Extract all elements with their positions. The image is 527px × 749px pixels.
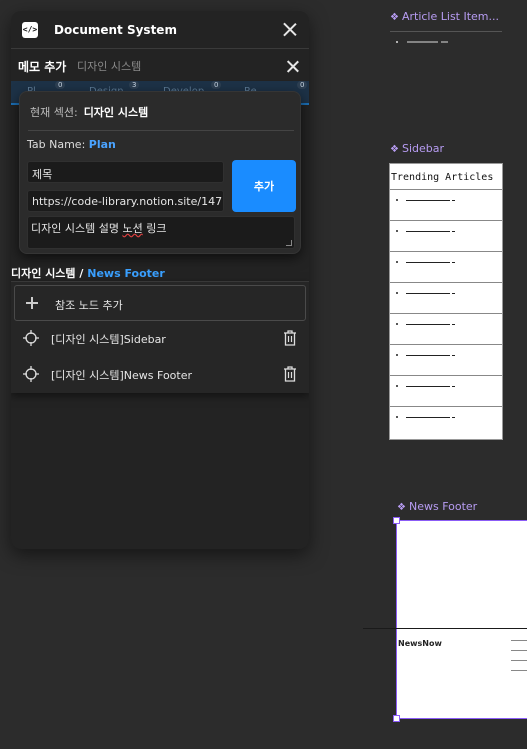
trash-icon[interactable] bbox=[283, 329, 297, 347]
panel-titlebar[interactable]: </> Document System bbox=[11, 11, 309, 49]
divider bbox=[28, 130, 294, 131]
footer-link-line bbox=[511, 660, 527, 661]
memo-title: 메모 추가 bbox=[18, 60, 67, 74]
add-reference-node-label: 참조 노드 추가 bbox=[55, 299, 123, 312]
article-list-item-preview bbox=[396, 41, 448, 43]
sidebar-row bbox=[390, 376, 502, 407]
sidebar-row bbox=[390, 252, 502, 283]
footer-brand: NewsNow bbox=[398, 639, 442, 648]
component-icon: ❖ bbox=[397, 502, 406, 513]
sidebar-row bbox=[390, 190, 502, 221]
plugin-panel: </> Document System 메모 추가 디자인 시스템 Pl 0 D… bbox=[11, 11, 309, 549]
resize-handle-bottom-left[interactable] bbox=[393, 715, 400, 722]
sidebar-row bbox=[390, 345, 502, 376]
tab-count-badge: 0 bbox=[55, 81, 66, 89]
tab-name: Tab Name: Plan bbox=[27, 138, 116, 151]
sidebar-frame[interactable]: Trending Articles bbox=[389, 163, 503, 440]
trash-icon[interactable] bbox=[283, 365, 297, 383]
resize-handle-top-left[interactable] bbox=[393, 517, 400, 524]
reference-item[interactable]: [디자인 시스템]Sidebar bbox=[11, 324, 309, 354]
sidebar-row bbox=[390, 221, 502, 252]
sidebar-frame-label[interactable]: ❖ Sidebar bbox=[390, 142, 444, 155]
tab-count-badge: 0 bbox=[211, 81, 222, 89]
article-list-item-frame[interactable] bbox=[390, 31, 502, 53]
memo-close-icon[interactable] bbox=[287, 60, 299, 72]
crosshair-icon[interactable] bbox=[23, 330, 39, 346]
title-input[interactable]: 제목 bbox=[27, 161, 224, 183]
footer-link-line bbox=[511, 650, 527, 651]
reference-item-label: [디자인 시스템]News Footer bbox=[51, 369, 193, 382]
tab-name-label: Tab Name: bbox=[27, 138, 86, 151]
breadcrumb-current: News Footer bbox=[87, 267, 165, 280]
sidebar-row bbox=[390, 283, 502, 314]
component-icon: ❖ bbox=[390, 12, 399, 23]
description-text: 디자인 시스템 설명 bbox=[31, 222, 123, 235]
description-text-end: 링크 bbox=[142, 222, 167, 235]
add-memo-popover: 현재 섹션: 디자인 시스템 Tab Name: Plan 제목 https://… bbox=[19, 91, 301, 254]
breadcrumb-parent[interactable]: 디자인 시스템 / bbox=[11, 267, 83, 280]
current-section: 현재 섹션: 디자인 시스템 bbox=[30, 104, 148, 120]
reference-item-label: [디자인 시스템]Sidebar bbox=[51, 333, 166, 346]
component-icon: ❖ bbox=[390, 144, 399, 155]
add-reference-node-button[interactable]: 참조 노드 추가 bbox=[14, 285, 306, 321]
news-footer-frame-name: News Footer bbox=[408, 500, 478, 513]
url-input[interactable]: https://code-library.notion.site/14714 bbox=[27, 190, 224, 212]
memo-subtitle: 디자인 시스템 bbox=[77, 60, 142, 73]
tab-count-badge: 3 bbox=[129, 81, 140, 89]
sidebar-row bbox=[390, 314, 502, 345]
memo-header: 메모 추가 디자인 시스템 bbox=[11, 56, 309, 78]
breadcrumb: 디자인 시스템 / News Footer bbox=[11, 265, 165, 281]
sidebar-row bbox=[390, 407, 502, 438]
code-icon: </> bbox=[22, 21, 38, 38]
crosshair-icon[interactable] bbox=[23, 366, 39, 382]
news-footer-frame[interactable]: NewsNow bbox=[393, 517, 527, 722]
news-footer-frame-label[interactable]: ❖ News Footer bbox=[397, 500, 477, 513]
current-section-value: 디자인 시스템 bbox=[83, 106, 149, 119]
sidebar-heading: Trending Articles bbox=[390, 164, 502, 190]
add-button[interactable]: 추가 bbox=[232, 160, 296, 212]
reference-nodes-panel: 참조 노드 추가 [디자인 시스템]Sidebar [디자인 시스템]News … bbox=[11, 281, 309, 393]
tab-name-value: Plan bbox=[88, 138, 116, 151]
current-section-label: 현재 섹션: bbox=[30, 106, 78, 119]
spellcheck-word: 노션 bbox=[122, 222, 143, 235]
description-textarea[interactable]: 디자인 시스템 설명 노션 링크 bbox=[27, 216, 295, 249]
panel-close-icon[interactable] bbox=[283, 22, 297, 36]
footer-link-line bbox=[511, 640, 527, 641]
plus-icon bbox=[26, 297, 38, 309]
panel-title: Document System bbox=[54, 22, 177, 37]
sidebar-frame-name: Sidebar bbox=[401, 142, 445, 155]
article-list-item-name: Article List Item... bbox=[401, 10, 500, 23]
canvas-guide-line bbox=[363, 628, 527, 629]
resize-grip-icon[interactable] bbox=[286, 240, 292, 246]
tab-count-badge: 0 bbox=[297, 81, 308, 89]
article-list-item-label[interactable]: ❖ Article List Item... bbox=[390, 10, 499, 23]
footer-link-line bbox=[511, 670, 527, 671]
reference-item[interactable]: [디자인 시스템]News Footer bbox=[11, 360, 309, 390]
